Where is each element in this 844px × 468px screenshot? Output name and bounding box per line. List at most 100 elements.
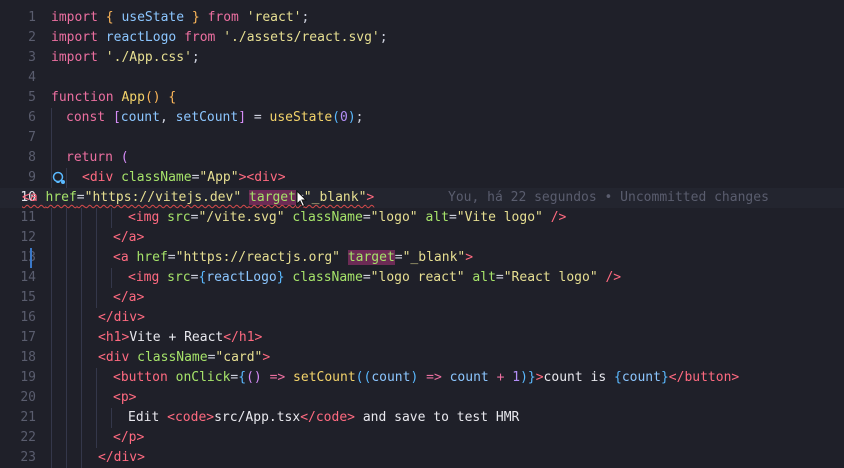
code-text: import './App.css'; <box>51 48 200 68</box>
indent-guide <box>81 268 82 288</box>
code-token: = <box>246 110 270 125</box>
indent-guide <box>111 208 112 228</box>
code-token: useState <box>269 110 333 125</box>
code-token: <div> <box>246 170 286 185</box>
line-number: 21 <box>20 410 36 425</box>
code-token: ) <box>347 110 356 125</box>
code-token: ; <box>301 10 310 25</box>
code-token: [ <box>112 110 121 125</box>
indent-guide <box>66 228 67 248</box>
indent-guide <box>66 428 67 448</box>
indent-guide <box>81 288 82 308</box>
code-token: 1 <box>512 370 521 385</box>
code-line[interactable]: 21 Edit <code>src/App.tsx</code> and save… <box>0 408 844 428</box>
indent-guide <box>81 228 82 248</box>
code-line[interactable]: 14 <img src={reactLogo} className="logo r… <box>0 268 844 288</box>
code-token: Vite + React <box>129 330 224 345</box>
code-line[interactable]: 19 <button onClick={() => setCount((count… <box>0 368 844 388</box>
code-token: <div <box>82 170 122 185</box>
code-token: </p> <box>113 430 145 445</box>
code-text: </div> <box>98 448 145 468</box>
code-token: "Vite logo" <box>456 210 551 225</box>
code-token: </button> <box>668 370 740 385</box>
code-line[interactable]: 11 <img src="/vite.svg" className="logo" … <box>0 208 844 228</box>
code-line[interactable]: 9 <div className="App"><div> <box>0 168 844 188</box>
code-text: <button onClick={() => setCount((count) … <box>113 368 739 388</box>
code-editor[interactable]: 1 import { useState } from 'react'; 2 impor… <box>0 0 844 468</box>
code-line[interactable]: 2 import reactLogo from './assets/react.s… <box>0 28 844 48</box>
line-number: 23 <box>20 450 36 465</box>
lightbulb-icon[interactable] <box>52 171 66 185</box>
code-token: = <box>362 270 371 285</box>
code-token: > <box>366 190 375 205</box>
code-token: './App.css' <box>105 50 192 65</box>
code-token: return <box>66 150 121 165</box>
code-token: <img <box>128 270 168 285</box>
code-line[interactable]: 8 return ( <box>0 148 844 168</box>
code-text: </div> <box>98 308 145 328</box>
code-token: /> <box>550 210 567 225</box>
code-line[interactable]: 13 <a href="https://reactjs.org" target="… <box>0 248 844 268</box>
code-line[interactable]: 6 const [count, setCount] = useState(0); <box>0 108 844 128</box>
code-token: target <box>347 250 395 265</box>
code-token: </h1> <box>223 330 263 345</box>
indent-guide <box>111 408 112 428</box>
code-line[interactable]: 10<a href="https://vitejs.dev" target="_… <box>0 188 844 208</box>
indent-guide <box>51 108 52 128</box>
code-text: <a href="https://reactjs.org" target="_b… <box>113 248 473 268</box>
line-number: 16 <box>20 310 36 325</box>
line-number: 3 <box>28 50 36 65</box>
code-token: className <box>292 270 363 285</box>
code-token: <code> <box>167 410 215 425</box>
code-token: import <box>51 50 106 65</box>
code-line[interactable]: 1 import { useState } from 'react'; <box>0 8 844 28</box>
code-token: "https://vitejs.dev" <box>84 190 249 205</box>
code-token: href <box>45 190 77 205</box>
code-line[interactable]: 16 </div> <box>0 308 844 328</box>
code-token: className <box>121 170 192 185</box>
code-line[interactable]: 3 import './App.css'; <box>0 48 844 68</box>
code-token: = <box>394 250 403 265</box>
code-token: count is <box>543 370 614 385</box>
indent-guide <box>96 248 97 268</box>
code-token: App <box>121 90 145 105</box>
indent-guide <box>66 348 67 368</box>
indent-guide <box>81 308 82 328</box>
mouse-pointer-icon <box>296 190 308 208</box>
line-number: 22 <box>20 430 36 445</box>
code-line[interactable]: 22 </p> <box>0 428 844 448</box>
modified-line-marker <box>30 248 32 268</box>
code-token: } <box>276 270 293 285</box>
code-line[interactable]: 7 <box>0 128 844 148</box>
indent-guide <box>81 348 82 368</box>
line-number: 6 <box>28 110 36 125</box>
code-line[interactable]: 4 <box>0 68 844 88</box>
code-line[interactable]: 12 </a> <box>0 228 844 248</box>
indent-guide <box>51 288 52 308</box>
indent-guide <box>111 268 112 288</box>
code-line[interactable]: 20 <p> <box>0 388 844 408</box>
indent-guide <box>66 408 67 428</box>
indent-guide <box>66 288 67 308</box>
line-number: 11 <box>20 210 36 225</box>
code-token: className <box>292 210 363 225</box>
indent-guide <box>51 208 52 228</box>
code-token: </div> <box>98 310 145 325</box>
code-text: <p> <box>113 388 136 408</box>
indent-guide <box>96 208 97 228</box>
indent-guide <box>51 148 52 168</box>
code-line[interactable]: 18 <div className="card"> <box>0 348 844 368</box>
code-token: count <box>621 370 661 385</box>
code-line[interactable]: 17 <h1>Vite + React</h1> <box>0 328 844 348</box>
code-line[interactable]: 15 </a> <box>0 288 844 308</box>
code-line[interactable]: 23 </div> <box>0 448 844 468</box>
line-number: 17 <box>20 330 36 345</box>
code-line[interactable]: 5 function App() { <box>0 88 844 108</box>
indent-guide <box>66 208 67 228</box>
indent-guide <box>66 168 67 188</box>
code-token: target <box>249 190 296 205</box>
code-token: } <box>660 370 669 385</box>
code-token: function <box>51 90 122 105</box>
code-token: onClick <box>175 370 231 385</box>
code-token: reactLogo <box>105 30 185 45</box>
